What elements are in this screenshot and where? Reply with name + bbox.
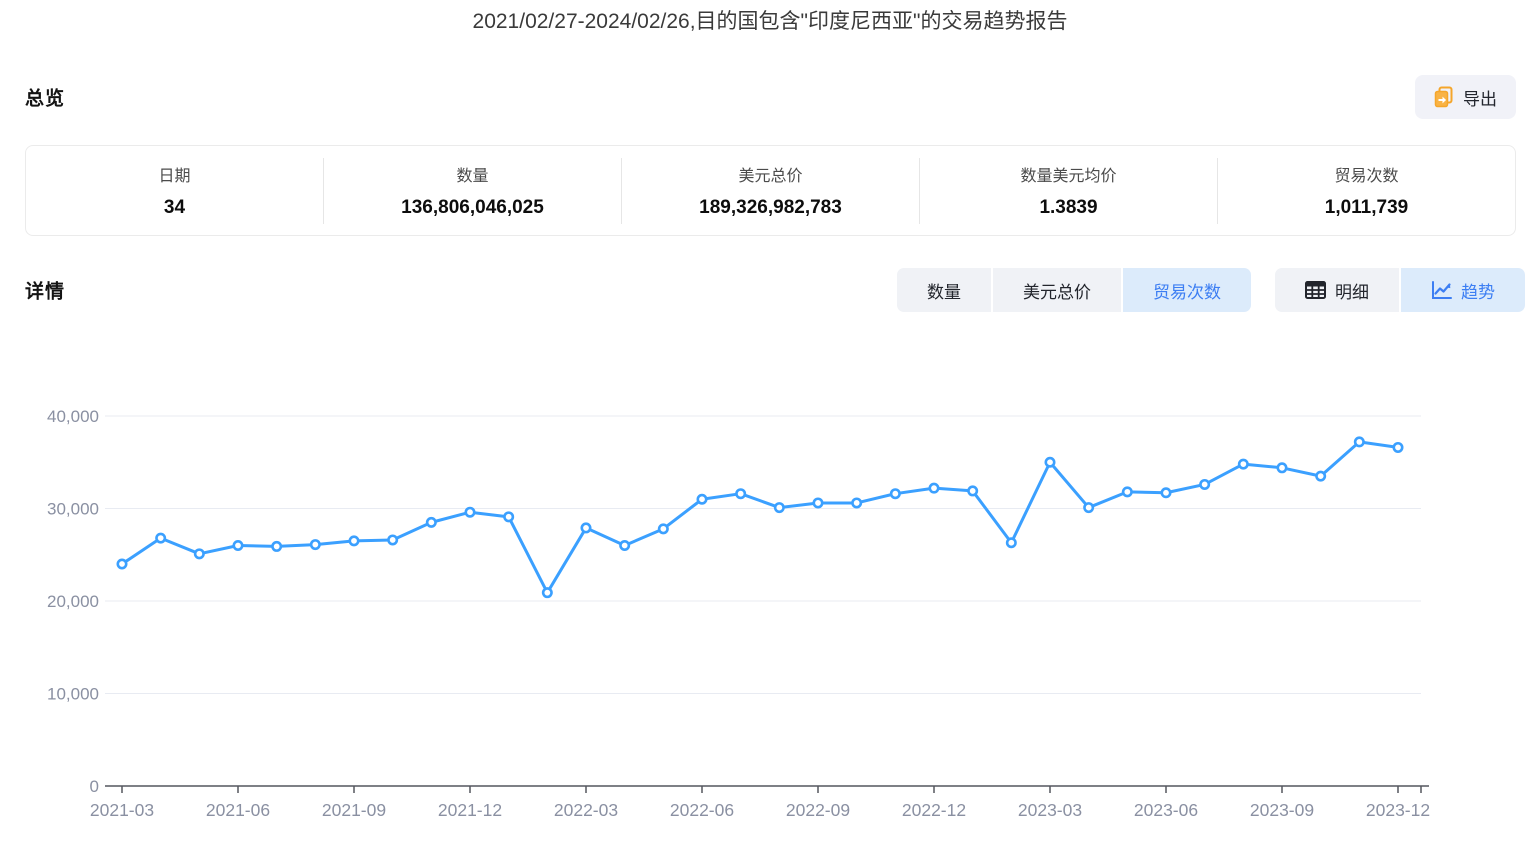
stat-label: 日期 bbox=[158, 162, 190, 186]
trend-chart-svg: 0 10,000 20,000 30,000 40,000 2021-03 2021-06 2… bbox=[0, 0, 1540, 846]
details-controls: 数量 美元总价 贸易次数 bbox=[897, 268, 1525, 312]
export-document-icon bbox=[1434, 86, 1454, 108]
stat-label: 贸易次数 bbox=[1334, 162, 1398, 186]
svg-text:2022-12: 2022-12 bbox=[902, 800, 966, 820]
table-icon bbox=[1305, 281, 1326, 299]
stat-item-date: 日期 34 bbox=[26, 158, 323, 224]
stat-item-avg-price: 数量美元均价 1.3839 bbox=[919, 158, 1217, 224]
tab-quantity[interactable]: 数量 bbox=[897, 268, 991, 312]
svg-text:2023-03: 2023-03 bbox=[1018, 800, 1082, 820]
tab-trade-count[interactable]: 贸易次数 bbox=[1123, 268, 1251, 312]
svg-text:20,000: 20,000 bbox=[47, 592, 99, 611]
svg-text:2021-03: 2021-03 bbox=[90, 800, 154, 820]
svg-text:40,000: 40,000 bbox=[47, 407, 99, 426]
metric-tab-group: 数量 美元总价 贸易次数 bbox=[897, 268, 1251, 312]
svg-text:2023-06: 2023-06 bbox=[1134, 800, 1198, 820]
svg-text:2021-09: 2021-09 bbox=[322, 800, 386, 820]
stat-value: 189,326,982,783 bbox=[699, 197, 842, 219]
export-button[interactable]: 导出 bbox=[1415, 75, 1516, 119]
page-title: 2021/02/27-2024/02/26,目的国包含"印度尼西亚"的交易趋势报… bbox=[0, 5, 1540, 35]
stat-item-trade-count: 贸易次数 1,011,739 bbox=[1217, 158, 1515, 224]
overview-stats-card: 日期 34 数量 136,806,046,025 美元总价 189,326,98… bbox=[25, 145, 1516, 236]
stat-value: 136,806,046,025 bbox=[401, 197, 544, 219]
overview-heading: 总览 bbox=[25, 84, 65, 111]
stat-label: 数量 bbox=[456, 162, 488, 186]
stat-label: 美元总价 bbox=[738, 162, 802, 186]
trend-chart-icon bbox=[1431, 281, 1452, 300]
tab-label: 贸易次数 bbox=[1153, 278, 1221, 303]
stat-value: 34 bbox=[164, 197, 185, 219]
svg-text:2022-06: 2022-06 bbox=[670, 800, 734, 820]
svg-text:0: 0 bbox=[90, 777, 99, 796]
export-button-label: 导出 bbox=[1463, 85, 1497, 110]
details-header: 详情 数量 美元总价 贸易次数 bbox=[25, 268, 1516, 312]
svg-text:30,000: 30,000 bbox=[47, 500, 99, 519]
svg-text:2023-09: 2023-09 bbox=[1250, 800, 1314, 820]
stat-value: 1,011,739 bbox=[1325, 197, 1408, 219]
tab-label: 数量 bbox=[927, 278, 961, 303]
svg-text:2021-06: 2021-06 bbox=[206, 800, 270, 820]
tab-label: 趋势 bbox=[1461, 278, 1495, 303]
overview-header: 总览 导出 bbox=[25, 75, 1516, 119]
stat-item-usd-total: 美元总价 189,326,982,783 bbox=[621, 158, 919, 224]
tab-detail-view[interactable]: 明细 bbox=[1275, 268, 1399, 312]
trend-line-chart[interactable]: 0 10,000 20,000 30,000 40,000 2021-03 2021-06 2… bbox=[0, 0, 1540, 846]
tab-label: 明细 bbox=[1335, 278, 1369, 303]
tab-label: 美元总价 bbox=[1023, 278, 1091, 303]
stat-item-quantity: 数量 136,806,046,025 bbox=[323, 158, 621, 224]
svg-text:2022-09: 2022-09 bbox=[786, 800, 850, 820]
svg-text:10,000: 10,000 bbox=[47, 685, 99, 704]
tab-usd-total[interactable]: 美元总价 bbox=[993, 268, 1121, 312]
stat-value: 1.3839 bbox=[1039, 197, 1097, 219]
details-heading: 详情 bbox=[25, 277, 65, 304]
svg-text:2021-12: 2021-12 bbox=[438, 800, 502, 820]
tab-trend-view[interactable]: 趋势 bbox=[1401, 268, 1525, 312]
svg-text:2022-03: 2022-03 bbox=[554, 800, 618, 820]
stat-label: 数量美元均价 bbox=[1020, 162, 1116, 186]
view-tab-group: 明细 趋势 bbox=[1275, 268, 1525, 312]
svg-text:2023-12: 2023-12 bbox=[1366, 800, 1430, 820]
